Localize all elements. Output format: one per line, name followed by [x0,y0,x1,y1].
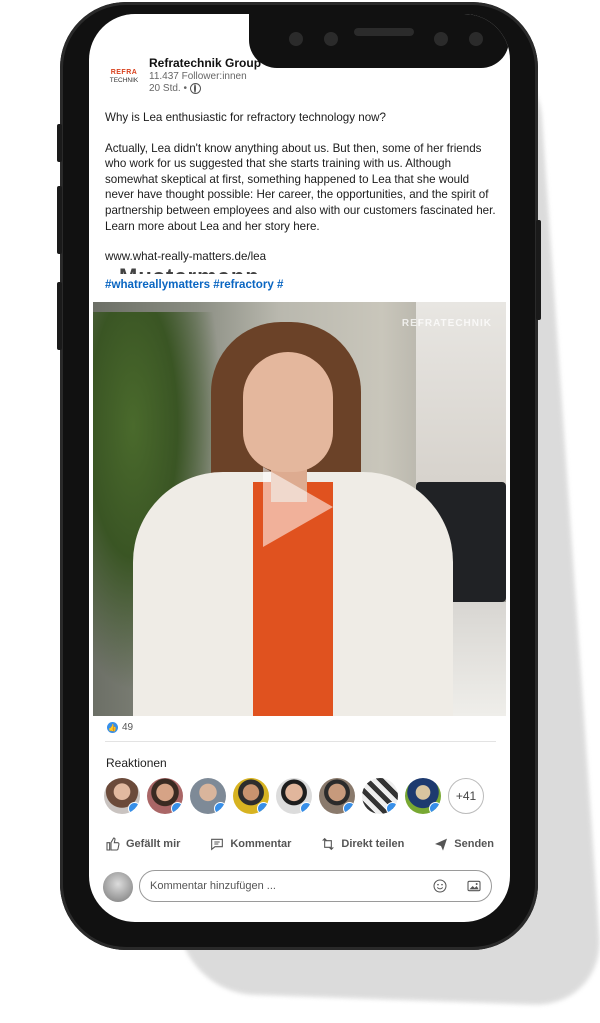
logo-text-top: REFRA [110,69,138,76]
send-icon [435,838,448,851]
volume-down-button [57,282,62,350]
post-time-text: 20 Std. • [149,83,187,94]
like-icon [386,802,398,814]
comment-row: Kommentar hinzufügen ... [103,870,496,904]
comment-button[interactable]: Kommentar [203,832,297,856]
avatar[interactable] [276,778,312,814]
power-button [536,220,541,320]
repost-icon [322,837,335,851]
logo-text-bottom: TECHNIK [109,77,139,84]
like-icon [429,802,441,814]
follower-count: 11.437 Follower:innen [149,71,247,82]
comment-icon [211,838,224,851]
company-name[interactable]: Refratechnik Group [149,56,261,70]
camera-icon [434,32,448,46]
camera-icon [469,32,483,46]
avatar[interactable] [405,778,441,814]
mute-switch [57,124,62,162]
video-watermark: REFRATECHNIK [401,318,492,329]
globe-icon [189,83,201,94]
like-button[interactable]: Gefällt mir [99,832,186,856]
video-player[interactable]: REFRATECHNIK [93,302,506,716]
like-icon [214,802,226,814]
like-icon [257,802,269,814]
like-icon [300,802,312,814]
sensor-icon [289,32,303,46]
thumbs-up-icon [106,837,120,851]
send-label: Senden [454,838,494,850]
post-body: Why is Lea enthusiastic for refractory t… [105,110,497,280]
avatar[interactable] [362,778,398,814]
speaker-grille [354,28,414,36]
share-label: Direkt teilen [341,838,405,850]
avatar[interactable] [190,778,226,814]
reactions-summary[interactable]: 👍 49 [107,722,133,733]
avatar[interactable] [104,778,140,814]
play-icon[interactable] [263,467,333,547]
company-logo[interactable]: REFRA TECHNIK [107,60,141,94]
divider [105,741,496,742]
post-paragraph: Why is Lea enthusiastic for refractory t… [105,111,386,124]
like-icon [171,802,183,814]
post-actions: Gefällt mir Kommentar Direkt teilen Send… [99,832,500,856]
comment-label: Kommentar [230,838,292,850]
like-icon [128,802,140,814]
comment-tools [432,878,482,894]
current-user-avatar [103,872,133,902]
like-icon: 👍 [107,722,118,733]
video-person-face [243,352,333,472]
avatar[interactable] [319,778,355,814]
notch [249,14,509,68]
post-time: 20 Std. • [149,83,201,94]
share-button[interactable]: Direkt teilen [314,832,410,856]
avatar[interactable] [147,778,183,814]
sensor-icon [324,32,338,46]
hashtags[interactable]: #whatreallymatters #refractory # [105,278,284,291]
reaction-avatars: +41 [104,778,504,816]
avatar[interactable] [233,778,269,814]
overlapping-text: Mustermann [119,262,260,274]
reactions-count: 49 [122,722,134,733]
send-button[interactable]: Senden [427,832,500,856]
emoji-icon[interactable] [432,878,448,894]
image-icon[interactable] [466,878,482,894]
like-label: Gefällt mir [126,838,181,850]
phone-screen: REFRA TECHNIK Refratechnik Group 11.437 … [89,14,510,922]
volume-up-button [57,186,62,254]
post-paragraph: Actually, Lea didn't know anything about… [105,141,496,233]
like-icon [343,802,355,814]
reactions-heading: Reaktionen [106,756,167,770]
more-reactions-button[interactable]: +41 [448,778,484,814]
